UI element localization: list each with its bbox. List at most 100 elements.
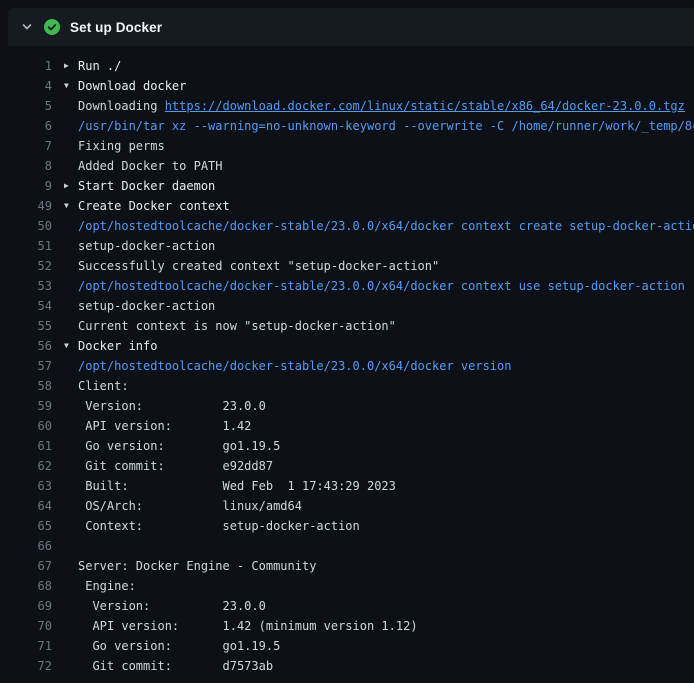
triangle-down-icon[interactable]: ▼ <box>64 196 78 216</box>
group-title[interactable]: Run ./ <box>78 56 121 76</box>
log-text: Git commit: e92dd87 <box>78 456 273 476</box>
log-line: 55 Current context is now "setup-docker-a… <box>8 316 694 336</box>
log-line: 5 Downloading https://download.docker.com… <box>8 96 694 116</box>
chevron-down-icon[interactable] <box>20 20 34 34</box>
log-line[interactable]: 49▼Create Docker context <box>8 196 694 216</box>
line-number[interactable]: 9 <box>8 176 64 196</box>
line-number[interactable]: 58 <box>8 376 64 396</box>
step-title: Set up Docker <box>70 20 162 35</box>
log-text: API version: 1.42 (minimum version 1.12) <box>78 616 418 636</box>
line-number[interactable]: 62 <box>8 456 64 476</box>
line-number[interactable]: 63 <box>8 476 64 496</box>
line-number[interactable]: 1 <box>8 56 64 76</box>
line-number[interactable]: 51 <box>8 236 64 256</box>
log-line: 59 Version: 23.0.0 <box>8 396 694 416</box>
log-text: Added Docker to PATH <box>78 156 223 176</box>
log-line[interactable]: 4▼Download docker <box>8 76 694 96</box>
command-text: /opt/hostedtoolcache/docker-stable/23.0.… <box>78 216 694 236</box>
log-line[interactable]: 56▼Docker info <box>8 336 694 356</box>
triangle-down-icon[interactable]: ▼ <box>64 336 78 356</box>
line-number[interactable]: 70 <box>8 616 64 636</box>
line-number[interactable]: 61 <box>8 436 64 456</box>
line-number[interactable]: 7 <box>8 136 64 156</box>
log-line: 7 Fixing perms <box>8 136 694 156</box>
log-line: 68 Engine: <box>8 576 694 596</box>
log-line: 50/opt/hostedtoolcache/docker-stable/23.… <box>8 216 694 236</box>
line-number[interactable]: 59 <box>8 396 64 416</box>
log-line: 67 Server: Docker Engine - Community <box>8 556 694 576</box>
log-text: Server: Docker Engine - Community <box>78 556 316 576</box>
log-line: 54 setup-docker-action <box>8 296 694 316</box>
line-number[interactable]: 64 <box>8 496 64 516</box>
line-number[interactable]: 6 <box>8 116 64 136</box>
line-number[interactable]: 67 <box>8 556 64 576</box>
log-text: Fixing perms <box>78 136 165 156</box>
log-text: Downloading <box>78 96 165 116</box>
log-text: Current context is now "setup-docker-act… <box>78 316 396 336</box>
log-line: 70 API version: 1.42 (minimum version 1.… <box>8 616 694 636</box>
log-line: 51 setup-docker-action <box>8 236 694 256</box>
line-number[interactable]: 66 <box>8 536 64 556</box>
log-line: 53/opt/hostedtoolcache/docker-stable/23.… <box>8 276 694 296</box>
command-text: /opt/hostedtoolcache/docker-stable/23.0.… <box>78 356 511 376</box>
triangle-right-icon[interactable]: ▶ <box>64 56 78 76</box>
line-number[interactable]: 71 <box>8 636 64 656</box>
log-line: 72 Git commit: d7573ab <box>8 656 694 676</box>
group-title[interactable]: Docker info <box>78 336 157 356</box>
check-circle-icon <box>44 19 60 35</box>
log-text: Successfully created context "setup-dock… <box>78 256 439 276</box>
line-number[interactable]: 49 <box>8 196 64 216</box>
line-number[interactable]: 72 <box>8 656 64 676</box>
log-text: Client: <box>78 376 129 396</box>
line-number[interactable]: 54 <box>8 296 64 316</box>
log-lines: 1▶Run ./4▼Download docker5Downloading ht… <box>8 56 694 676</box>
log-text: Engine: <box>78 576 136 596</box>
log-line: 64 OS/Arch: linux/amd64 <box>8 496 694 516</box>
line-number[interactable]: 60 <box>8 416 64 436</box>
line-number[interactable]: 53 <box>8 276 64 296</box>
download-url-link[interactable]: https://download.docker.com/linux/static… <box>165 96 685 116</box>
log-text: Version: 23.0.0 <box>78 396 266 416</box>
line-number[interactable]: 8 <box>8 156 64 176</box>
line-number[interactable]: 68 <box>8 576 64 596</box>
log-text: Context: setup-docker-action <box>78 516 360 536</box>
line-number[interactable]: 65 <box>8 516 64 536</box>
line-number[interactable]: 57 <box>8 356 64 376</box>
log-container: 1▶Run ./4▼Download docker5Downloading ht… <box>8 46 694 676</box>
line-number[interactable]: 50 <box>8 216 64 236</box>
log-line: 52 Successfully created context "setup-do… <box>8 256 694 276</box>
log-line: 62 Git commit: e92dd87 <box>8 456 694 476</box>
log-text: OS/Arch: linux/amd64 <box>78 496 302 516</box>
line-number[interactable]: 69 <box>8 596 64 616</box>
log-text: Go version: go1.19.5 <box>78 436 280 456</box>
line-number[interactable]: 5 <box>8 96 64 116</box>
log-line: 58 Client: <box>8 376 694 396</box>
line-number[interactable]: 55 <box>8 316 64 336</box>
log-line: 63 Built: Wed Feb 1 17:43:29 2023 <box>8 476 694 496</box>
log-text: setup-docker-action <box>78 296 215 316</box>
group-title[interactable]: Download docker <box>78 76 186 96</box>
log-text: API version: 1.42 <box>78 416 251 436</box>
log-text: Version: 23.0.0 <box>78 596 266 616</box>
log-line: 60 API version: 1.42 <box>8 416 694 436</box>
triangle-right-icon[interactable]: ▶ <box>64 176 78 196</box>
step-header[interactable]: Set up Docker <box>8 8 694 46</box>
log-line: 71 Go version: go1.19.5 <box>8 636 694 656</box>
line-number[interactable]: 56 <box>8 336 64 356</box>
log-line[interactable]: 1▶Run ./ <box>8 56 694 76</box>
group-title[interactable]: Create Docker context <box>78 196 230 216</box>
group-title[interactable]: Start Docker daemon <box>78 176 215 196</box>
log-line: 8 Added Docker to PATH <box>8 156 694 176</box>
log-line: 69 Version: 23.0.0 <box>8 596 694 616</box>
log-line: 65 Context: setup-docker-action <box>8 516 694 536</box>
log-text: Built: Wed Feb 1 17:43:29 2023 <box>78 476 396 496</box>
command-text: /opt/hostedtoolcache/docker-stable/23.0.… <box>78 276 685 296</box>
log-text: setup-docker-action <box>78 236 215 256</box>
line-number[interactable]: 4 <box>8 76 64 96</box>
log-line: 57/opt/hostedtoolcache/docker-stable/23.… <box>8 356 694 376</box>
log-line[interactable]: 9▶Start Docker daemon <box>8 176 694 196</box>
triangle-down-icon[interactable]: ▼ <box>64 76 78 96</box>
line-number[interactable]: 52 <box>8 256 64 276</box>
log-text: Git commit: d7573ab <box>78 656 273 676</box>
log-line: 6/usr/bin/tar xz --warning=no-unknown-ke… <box>8 116 694 136</box>
